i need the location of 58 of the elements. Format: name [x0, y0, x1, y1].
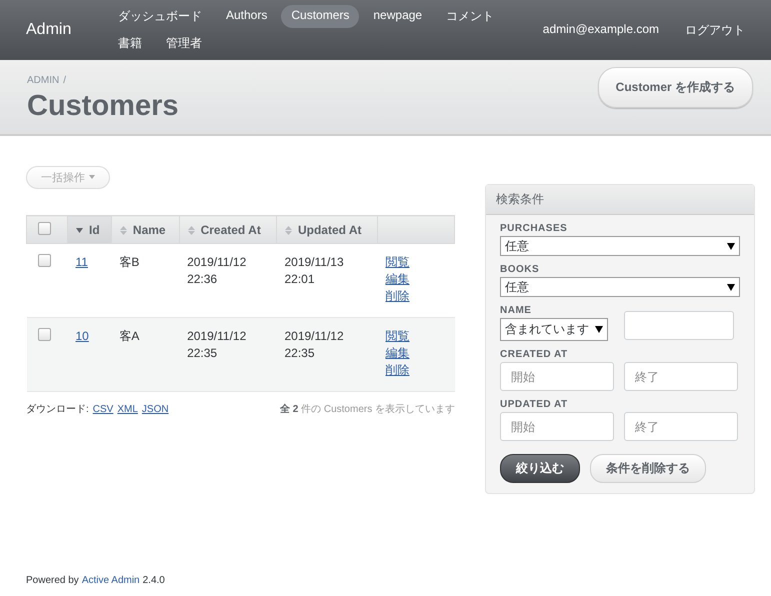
table-cell: 客B — [119, 255, 140, 269]
nav-item[interactable]: Authors — [216, 5, 278, 28]
create-button[interactable]: Customer を作成する — [598, 66, 753, 108]
table-cell: 2019/11/12 22:35 — [187, 329, 246, 360]
input-field[interactable]: 終了 — [624, 412, 738, 441]
download-link[interactable]: CSV — [92, 404, 114, 414]
table-cell: 2019/11/13 22:01 — [284, 255, 344, 286]
footer-link[interactable]: Active Admin — [82, 575, 140, 586]
select-field[interactable]: 含まれています — [500, 318, 608, 341]
checkbox[interactable] — [38, 222, 51, 234]
filter-label: CREATED AT — [500, 349, 569, 360]
clear-filters-button[interactable]: 条件を削除する — [590, 454, 706, 483]
input-field[interactable]: 開始 — [500, 412, 614, 441]
version-text: 2.4.0 — [142, 575, 165, 586]
filter-label: UPDATED AT — [500, 399, 569, 410]
filter-label: PURCHASES — [500, 223, 568, 234]
action-link[interactable]: 削除 — [386, 362, 410, 379]
action-link[interactable]: 編集 — [386, 271, 410, 288]
download-label: ダウンロード: — [26, 403, 89, 416]
id-link[interactable]: 10 — [76, 329, 89, 343]
download-link[interactable]: JSON — [142, 404, 169, 414]
user-email-link[interactable]: admin@example.com — [542, 22, 659, 38]
sidebar-title: 検索条件 — [486, 185, 754, 215]
footer-text: Powered by — [26, 575, 79, 586]
table-cell: 2019/11/12 22:36 — [187, 255, 246, 286]
input-field[interactable] — [624, 311, 734, 340]
action-link[interactable]: 編集 — [386, 345, 410, 362]
nav-item[interactable]: コメント — [436, 5, 504, 28]
filter-button[interactable]: 絞り込む — [500, 454, 580, 483]
table-cell: 2019/11/12 22:35 — [284, 329, 344, 360]
id-link[interactable]: 11 — [76, 255, 88, 269]
filter-label: BOOKS — [500, 264, 540, 275]
dropdown-arrow-icon — [727, 284, 735, 290]
column-header[interactable]: Id — [89, 222, 100, 236]
nav-item[interactable]: ダッシュボード — [108, 5, 212, 28]
page-title: Customers — [27, 90, 178, 123]
breadcrumb-separator: / — [63, 75, 66, 86]
select-field[interactable]: 任意 — [500, 236, 740, 256]
site-title: Admin — [26, 21, 72, 39]
checkbox[interactable] — [38, 328, 50, 341]
dropdown-arrow-icon — [727, 242, 735, 250]
action-link[interactable]: 閲覧 — [386, 328, 410, 345]
input-field[interactable]: 終了 — [624, 362, 738, 391]
record-count: 全 2 件の Customers を表示しています — [280, 402, 455, 416]
nav-item[interactable]: Customers — [281, 5, 360, 28]
action-link[interactable]: 閲覧 — [386, 254, 410, 271]
nav-item[interactable]: 書籍 — [108, 32, 152, 55]
table-cell: 客A — [119, 329, 140, 343]
logout-link[interactable]: ログアウト — [685, 22, 745, 38]
download-link[interactable]: XML — [117, 404, 138, 414]
input-field[interactable]: 開始 — [500, 362, 614, 391]
select-field[interactable]: 任意 — [500, 277, 740, 297]
filter-label: NAME — [500, 305, 532, 316]
nav-item[interactable]: newpage — [363, 5, 432, 28]
checkbox[interactable] — [38, 254, 50, 267]
nav-item[interactable]: 管理者 — [156, 32, 212, 55]
action-link[interactable]: 削除 — [386, 288, 410, 305]
dropdown-arrow-icon — [595, 326, 603, 333]
